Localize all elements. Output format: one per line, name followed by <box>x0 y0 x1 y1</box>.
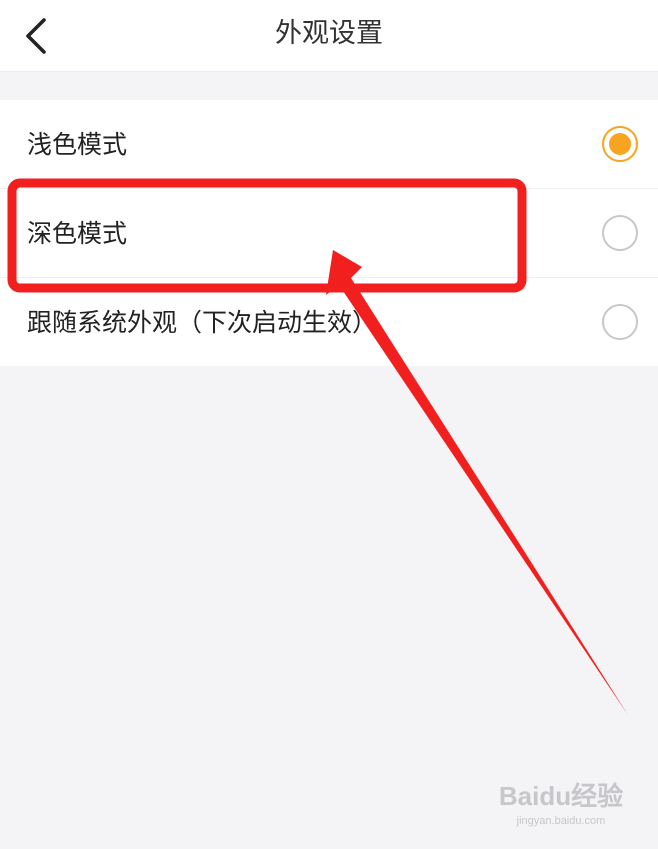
watermark-url: jingyan.baidu.com <box>516 815 606 827</box>
option-label: 深色模式 <box>27 219 128 248</box>
option-dark-mode[interactable]: 深色模式 <box>0 189 658 278</box>
radio-button[interactable] <box>602 304 638 340</box>
option-follow-system[interactable]: 跟随系统外观（下次启动生效） <box>0 278 658 366</box>
page-title: 外观设置 <box>275 18 383 49</box>
appearance-options-list: 浅色模式 深色模式 跟随系统外观（下次启动生效） <box>0 100 658 366</box>
baidu-jingyan-watermark: Baidu经验 jingyan.baidu.com <box>498 776 624 827</box>
radio-button[interactable] <box>602 126 638 162</box>
option-label: 跟随系统外观（下次启动生效） <box>27 308 378 337</box>
radio-button[interactable] <box>602 215 638 251</box>
watermark-logo: Baidu经验 <box>498 781 624 811</box>
nav-bar: 外观设置 <box>0 0 658 72</box>
option-label: 浅色模式 <box>27 130 128 159</box>
appearance-settings-screen: 外观设置 浅色模式 深色模式 跟随系统外观（下次启动生效） Baidu经验 ji… <box>0 0 658 849</box>
option-light-mode[interactable]: 浅色模式 <box>0 100 658 189</box>
